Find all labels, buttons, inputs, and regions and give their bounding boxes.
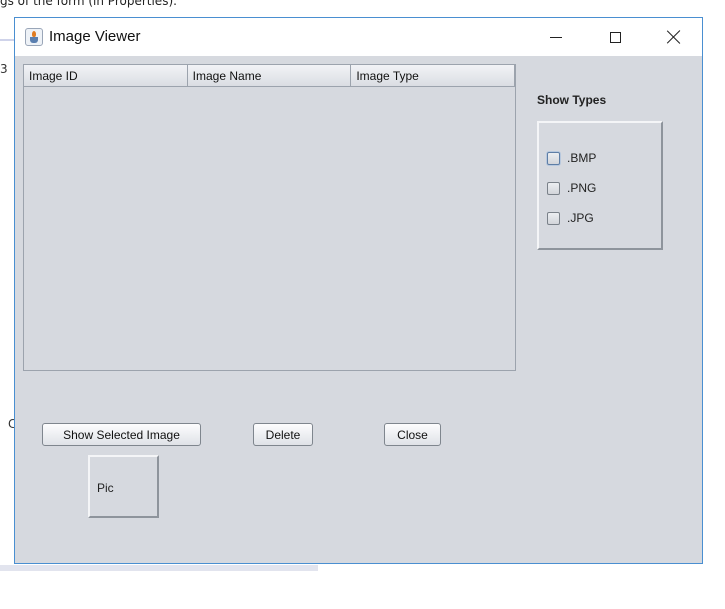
checkbox-jpg-label: .JPG <box>567 211 594 225</box>
checkbox-png-row[interactable]: .PNG <box>547 181 596 195</box>
checkbox-jpg[interactable] <box>547 211 560 225</box>
column-header-image-id[interactable]: Image ID <box>24 65 188 86</box>
image-table[interactable]: Image ID Image Name Image Type <box>23 64 516 371</box>
image-viewer-window: Image Viewer Image ID Image Name Image T… <box>14 17 703 564</box>
checkbox-png[interactable] <box>547 181 560 195</box>
title-bar[interactable]: Image Viewer <box>15 18 702 56</box>
maximize-button[interactable] <box>592 18 638 56</box>
table-header: Image ID Image Name Image Type <box>24 65 516 87</box>
column-header-image-name[interactable]: Image Name <box>188 65 352 86</box>
java-cup-icon[interactable] <box>25 28 43 46</box>
show-types-label: Show Types <box>537 93 607 107</box>
minimize-icon <box>550 36 562 38</box>
checkbox-png-label: .PNG <box>567 181 597 195</box>
image-preview-panel: Pic <box>88 455 159 518</box>
delete-button[interactable]: Delete <box>253 423 313 446</box>
close-button[interactable]: Close <box>384 423 441 446</box>
background-divider <box>0 39 14 41</box>
minimize-button[interactable] <box>533 18 579 56</box>
checkbox-jpg-row[interactable]: .JPG <box>547 211 594 225</box>
show-selected-image-button[interactable]: Show Selected Image <box>42 423 201 446</box>
close-window-button[interactable] <box>651 18 697 56</box>
show-types-panel: .BMP .PNG .JPG <box>537 121 663 250</box>
column-header-image-type[interactable]: Image Type <box>351 65 516 86</box>
background-fragment: 3 <box>0 62 8 76</box>
checkbox-bmp[interactable] <box>547 151 560 165</box>
window-title: Image Viewer <box>49 28 141 45</box>
checkbox-bmp-label: .BMP <box>567 151 597 165</box>
background-strip <box>0 565 318 571</box>
checkbox-bmp-row[interactable]: .BMP <box>547 151 596 165</box>
maximize-icon <box>609 31 621 43</box>
pic-label: Pic <box>97 481 114 495</box>
background-text: gs of the form (in Properties). <box>0 0 177 8</box>
close-icon <box>667 30 681 44</box>
